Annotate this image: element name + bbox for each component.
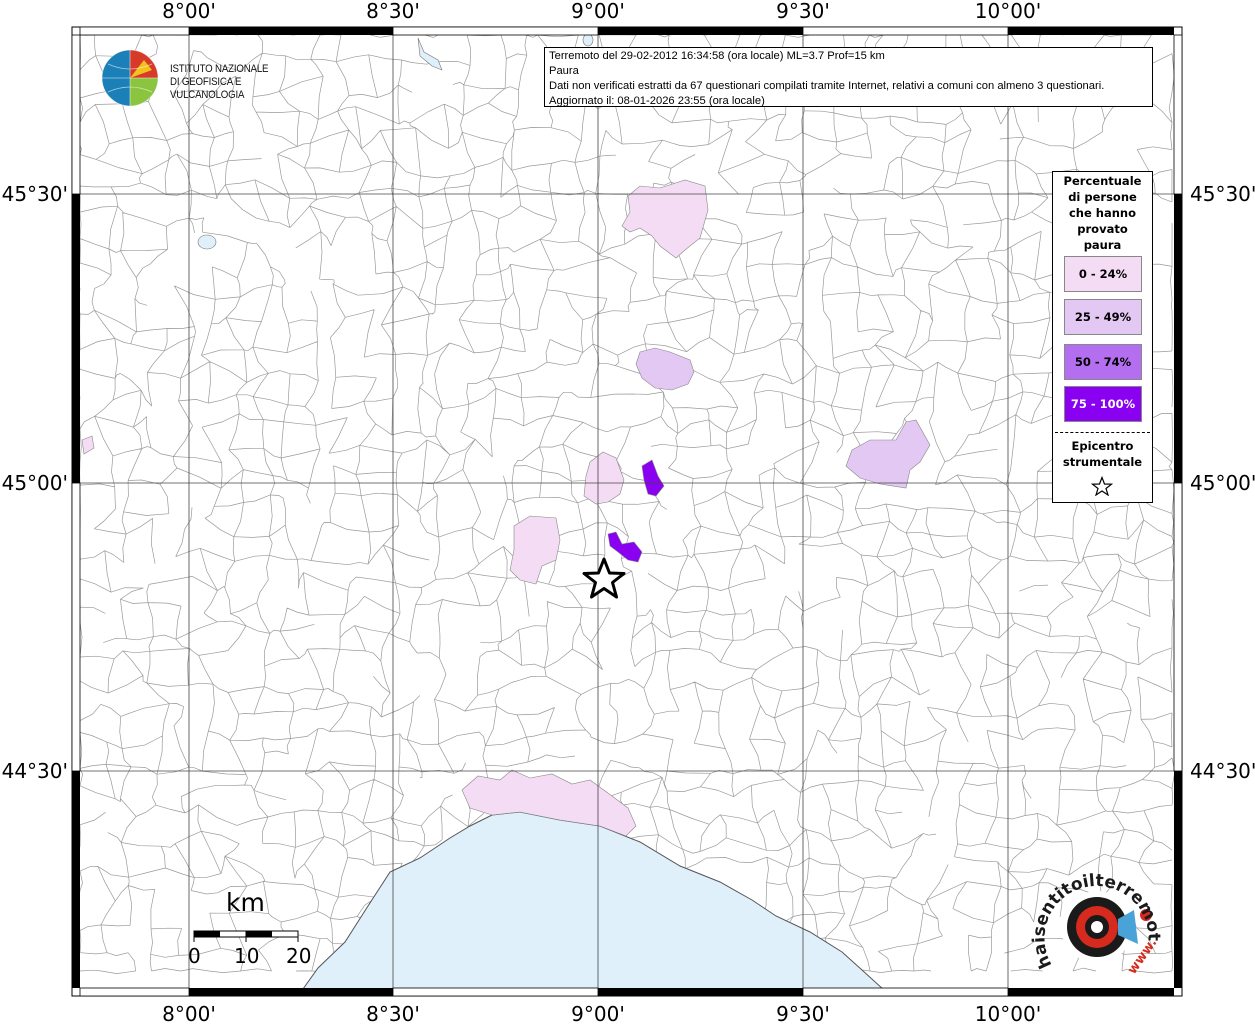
scale-tick: 10 xyxy=(234,944,260,968)
legend-epicenter-line: Epicentro xyxy=(1071,439,1134,453)
hsit-logo: haisentitoilterremoto.it www. xyxy=(1030,855,1164,977)
lake xyxy=(197,234,217,250)
lat-label: 45°00' xyxy=(2,471,68,495)
lat-label: 44°30' xyxy=(2,759,68,783)
lake xyxy=(582,33,594,47)
lat-label: 45°30' xyxy=(2,182,68,206)
data-note: Dati non verificati estratti da 67 quest… xyxy=(549,80,1105,92)
lon-label: 10°00' xyxy=(975,1002,1041,1024)
legend-title-line: paura xyxy=(1083,238,1122,252)
event-title: Terremoto del 29-02-2012 16:34:58 (ora l… xyxy=(549,50,885,62)
legend-title: Percentuale di persone che hanno provato… xyxy=(1053,172,1152,253)
ingv-logo-line1: ISTITUTO NAZIONALE xyxy=(170,63,269,75)
scale-tick: 0 xyxy=(188,944,201,968)
ingv-logo-line2: DI GEOFISICA E VULCANOLOGIA xyxy=(170,76,245,101)
lat-labels-left: 45°30' 45°00' 44°30' xyxy=(2,182,68,783)
lon-label: 8°00' xyxy=(162,1002,216,1024)
legend-class-50-74: 50 - 74% xyxy=(1064,344,1142,380)
lon-label: 8°00' xyxy=(162,0,216,23)
legend-epicenter-label: Epicentro strumentale xyxy=(1053,438,1152,470)
lat-label: 45°00' xyxy=(1190,471,1255,495)
lon-label: 9°00' xyxy=(571,1002,625,1024)
legend-separator xyxy=(1055,432,1150,433)
lon-label: 9°30' xyxy=(776,0,830,23)
lon-label: 9°30' xyxy=(776,1002,830,1024)
scale-bar: km 0 10 20 xyxy=(188,888,320,968)
lat-label: 45°30' xyxy=(1190,182,1255,206)
legend-title-line: Percentuale xyxy=(1063,174,1142,188)
map-parameter: Paura xyxy=(549,65,579,77)
lon-label: 8°30' xyxy=(366,1002,420,1024)
legend: Percentuale di persone che hanno provato… xyxy=(1052,171,1153,503)
hsit-www: www. xyxy=(1125,936,1160,977)
scale-unit: km xyxy=(226,888,265,917)
event-info-box: Terremoto del 29-02-2012 16:34:58 (ora l… xyxy=(544,47,1153,107)
legend-title-line: di persone xyxy=(1068,190,1137,204)
lon-labels-top: 8°00' 8°30' 9°00' 9°30' 10°00' xyxy=(162,0,1041,23)
legend-star-icon xyxy=(1091,476,1113,496)
ingv-logo: ISTITUTO NAZIONALE DI GEOFISICA E VULCAN… xyxy=(100,48,320,108)
lat-label: 44°30' xyxy=(1190,759,1255,783)
scale-tick: 20 xyxy=(286,944,312,968)
lon-label: 10°00' xyxy=(975,0,1041,23)
lon-label: 8°30' xyxy=(366,0,420,23)
legend-class-0-24: 0 - 24% xyxy=(1064,256,1142,292)
legend-title-line: provato xyxy=(1077,222,1128,236)
update-time: Aggiornato il: 08-01-2026 23:55 (ora loc… xyxy=(549,95,765,107)
legend-epicenter-line: strumentale xyxy=(1062,455,1143,469)
lat-labels-right: 45°30' 45°00' 44°30' xyxy=(1190,182,1255,783)
lon-label: 9°00' xyxy=(571,0,625,23)
ingv-globe-icon xyxy=(101,49,159,107)
legend-title-line: che hanno xyxy=(1068,206,1137,220)
legend-class-75-100: 75 - 100% xyxy=(1064,386,1142,422)
lon-labels-bottom: 8°00' 8°30' 9°00' 9°30' 10°00' xyxy=(162,1002,1041,1024)
ingv-logo-text: ISTITUTO NAZIONALE DI GEOFISICA E VULCAN… xyxy=(170,63,302,102)
legend-class-25-49: 25 - 49% xyxy=(1064,299,1142,335)
